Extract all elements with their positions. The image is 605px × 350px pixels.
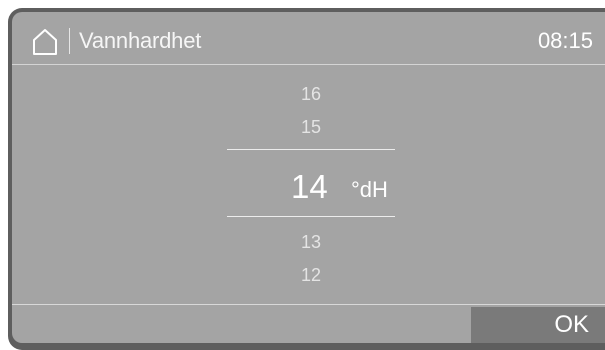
selection-line-top bbox=[227, 149, 395, 150]
ok-button-label: OK bbox=[554, 311, 589, 338]
home-icon bbox=[32, 28, 58, 56]
picker-option[interactable]: 12 bbox=[227, 265, 395, 286]
selection-line-bottom bbox=[227, 216, 395, 217]
clock-time: 08:15 bbox=[537, 28, 593, 53]
picker-selected: 14 °dH bbox=[227, 167, 395, 207]
picker-option[interactable]: 15 bbox=[227, 117, 395, 138]
footer-divider bbox=[12, 304, 605, 305]
unit-label: °dH bbox=[351, 177, 388, 202]
header-bar: Vannhardhet 08:15 bbox=[12, 12, 605, 65]
picker-option[interactable]: 16 bbox=[227, 84, 395, 105]
display-screen: Vannhardhet 08:15 16 15 14 °dH 13 12 OK bbox=[12, 12, 605, 343]
selected-value: 14 bbox=[291, 168, 328, 205]
home-button[interactable] bbox=[32, 28, 58, 56]
picker-option[interactable]: 13 bbox=[227, 232, 395, 253]
header-divider bbox=[69, 28, 70, 54]
water-hardness-picker[interactable]: 16 15 14 °dH 13 12 bbox=[227, 64, 395, 304]
page-title: Vannhardhet bbox=[79, 28, 202, 53]
ok-button[interactable]: OK bbox=[471, 307, 605, 343]
